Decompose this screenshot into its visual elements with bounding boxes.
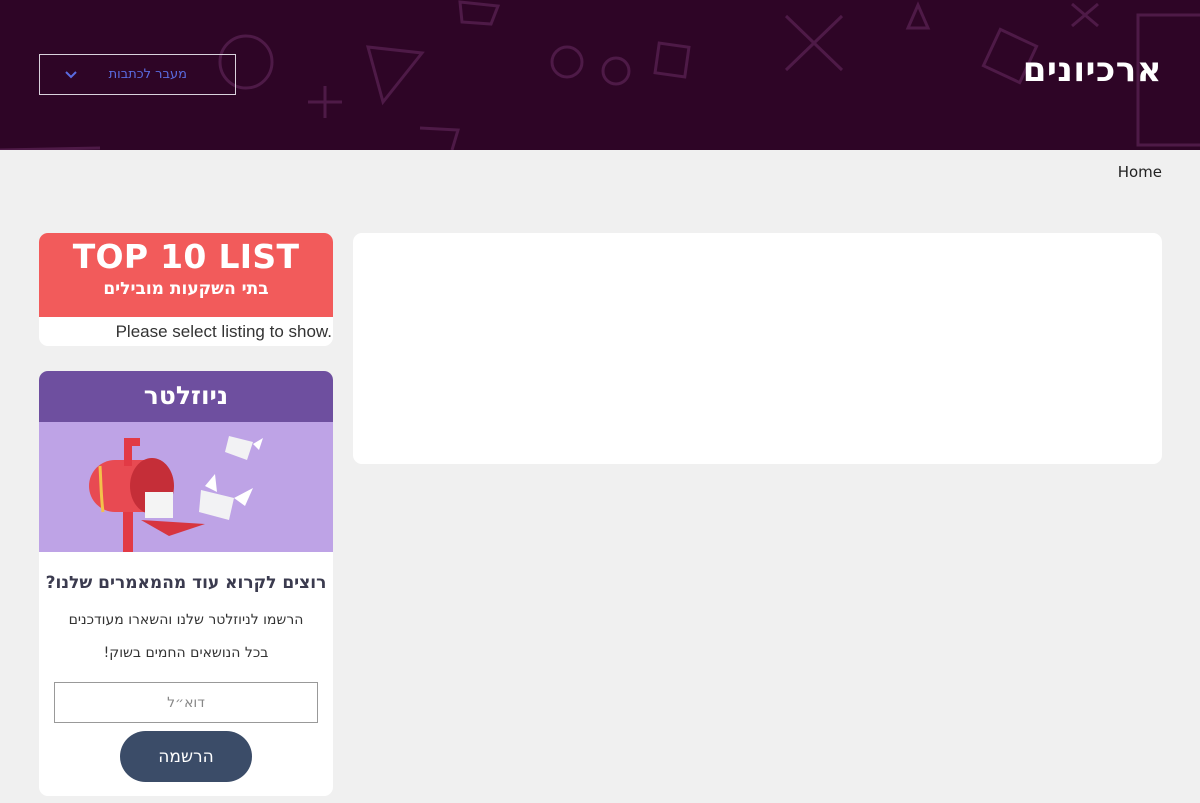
newsletter-title: ניוזלטר (39, 371, 333, 422)
newsletter-question: רוצים לקרוא עוד מהמאמרים שלנו? (45, 573, 327, 593)
newsletter-image (39, 422, 333, 552)
breadcrumb-home-link[interactable]: Home (1118, 163, 1162, 181)
top10-widget: TOP 10 LIST בתי השקעות מובילים Please se… (39, 233, 333, 346)
jump-to-articles-label: מעבר לכתבות (108, 67, 187, 82)
newsletter-text-line2: בכל הנושאים החמים בשוק! (103, 645, 269, 661)
flying-envelope-icon (199, 490, 234, 520)
newsletter-text-line1: הרשמו לניוזלטר שלנו והשארו מעודכנים (68, 612, 304, 628)
flying-envelope-icon (225, 436, 253, 460)
top10-header: TOP 10 LIST בתי השקעות מובילים (39, 233, 333, 317)
chevron-down-icon (65, 70, 77, 78)
top10-title: TOP 10 LIST (72, 237, 300, 276)
page-title: ארכיונים (1022, 50, 1162, 90)
top10-message: Please select listing to show. (115, 322, 332, 341)
page-header: מעבר לכתבות ארכיונים (0, 0, 1200, 150)
newsletter-widget: ניוזלטר רוצים לקרוא עוד מהמאמרים שלנו? ה… (39, 371, 333, 796)
subscribe-button[interactable]: הרשמה (120, 731, 252, 782)
top10-subtitle: בתי השקעות מובילים (103, 279, 269, 299)
main-content-card (353, 233, 1162, 464)
jump-to-articles-dropdown[interactable]: מעבר לכתבות (39, 54, 236, 95)
email-field[interactable] (54, 682, 318, 723)
